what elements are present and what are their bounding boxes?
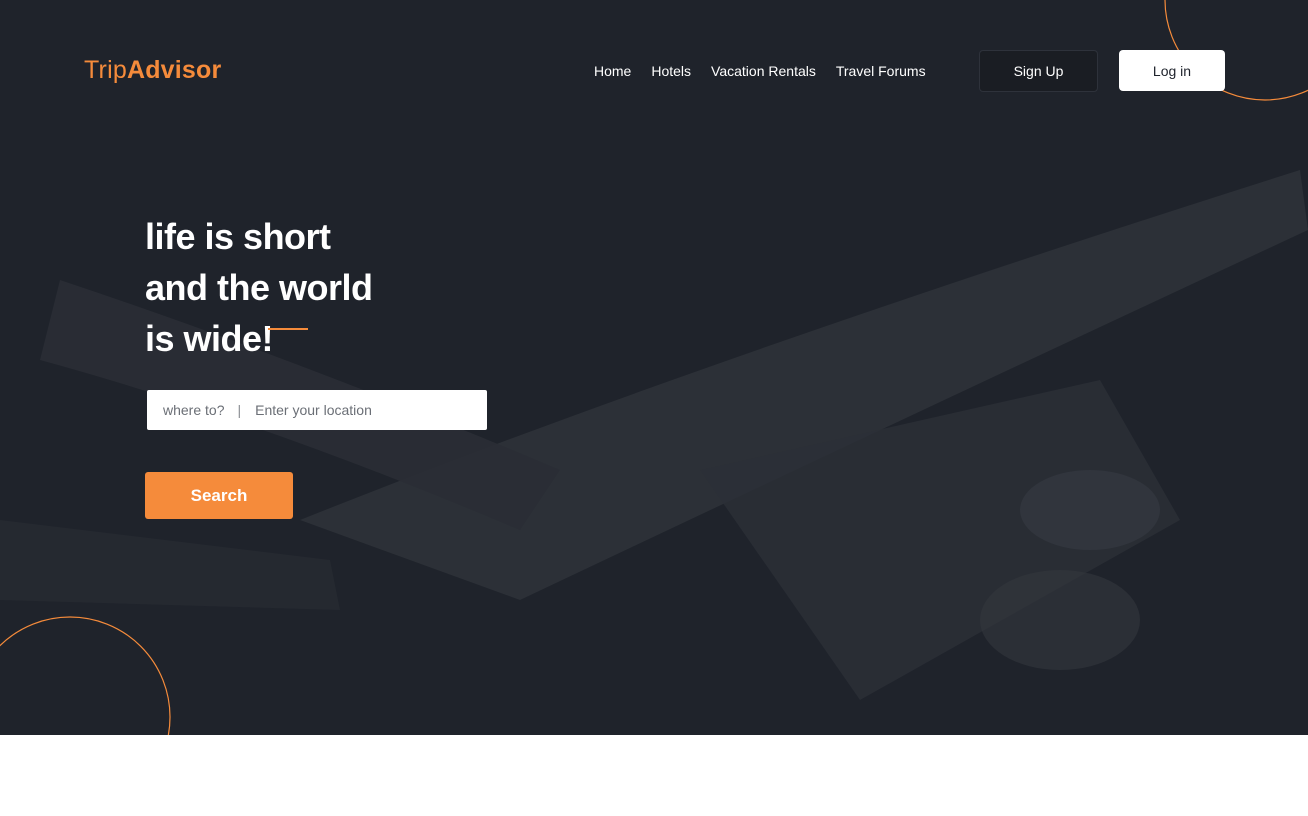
airplane-background-image <box>0 0 1308 735</box>
search-prefix-label: where to? <box>163 402 225 418</box>
logo-text-part1: Trip <box>84 56 127 84</box>
nav-item-home[interactable]: Home <box>594 62 631 80</box>
hero-headline: life is short and the world is wide! <box>145 211 373 364</box>
nav-item-travel-forums[interactable]: Travel Forums <box>836 62 926 80</box>
headline-line-1: life is short <box>145 216 331 257</box>
hero-section: TripAdvisor Home Hotels Vacation Rentals… <box>0 0 1308 735</box>
sign-up-button[interactable]: Sign Up <box>979 50 1098 92</box>
log-in-button[interactable]: Log in <box>1119 50 1225 91</box>
headline-line-3: is wide! <box>145 318 274 359</box>
nav-item-hotels[interactable]: Hotels <box>651 62 691 80</box>
search-separator: | <box>237 402 242 418</box>
search-button[interactable]: Search <box>145 472 293 519</box>
site-logo[interactable]: TripAdvisor <box>84 56 221 85</box>
location-input[interactable] <box>255 402 456 418</box>
nav-item-vacation-rentals[interactable]: Vacation Rentals <box>711 62 816 80</box>
logo-text-part2: Advisor <box>126 56 222 84</box>
headline-accent-line <box>268 328 308 330</box>
location-search-field[interactable]: where to? | <box>147 390 487 430</box>
main-nav: Home Hotels Vacation Rentals Travel Foru… <box>594 62 946 80</box>
headline-line-2: and the world <box>145 267 373 308</box>
